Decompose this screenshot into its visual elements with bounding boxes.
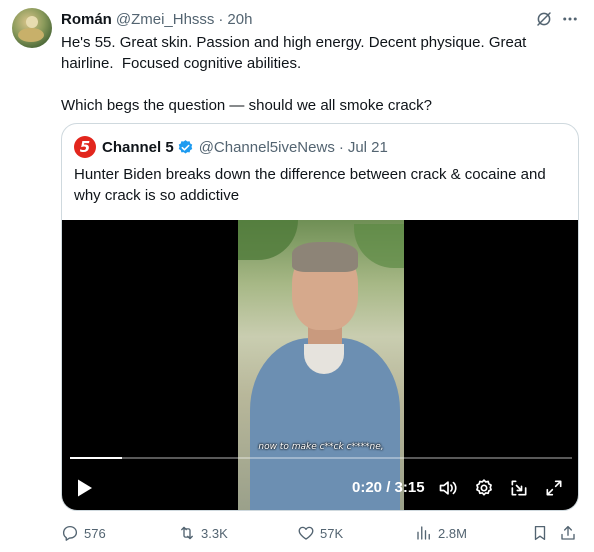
author-handle[interactable]: @Zmei_Hhsss — [116, 11, 215, 28]
tweet-text: He's 55. Great skin. Passion and high en… — [61, 34, 527, 114]
author-name[interactable]: Román — [61, 11, 112, 28]
quote-author-handle[interactable]: @Channel5iveNews — [199, 139, 335, 156]
share-button[interactable] — [559, 522, 577, 544]
reply-icon — [62, 525, 78, 541]
more-icon[interactable] — [560, 10, 580, 28]
reply-count: 576 — [84, 525, 106, 541]
separator-dot: · — [338, 138, 344, 156]
video-foliage — [354, 224, 404, 268]
separator-dot: · — [218, 10, 224, 28]
bookmark-button[interactable] — [531, 522, 549, 544]
quote-author-name[interactable]: Channel 5 — [102, 139, 174, 156]
grok-icon[interactable] — [535, 10, 553, 28]
tweet-actions: 576 3.3K 57K 2.8M — [61, 522, 581, 544]
avatar-shape — [18, 28, 44, 42]
settings-icon[interactable] — [474, 478, 494, 498]
like-button[interactable]: 57K — [297, 522, 343, 544]
views-count: 2.8M — [438, 525, 467, 541]
video-frame: now to make c**ck c****ne, — [238, 220, 404, 510]
share-icon — [561, 525, 575, 540]
volume-icon[interactable] — [437, 478, 459, 498]
reply-button[interactable]: 576 — [61, 522, 106, 544]
retweet-button[interactable]: 3.3K — [178, 522, 228, 544]
quoted-tweet[interactable]: 5 Channel 5 @Channel5iveNews · Jul 21 Hu… — [61, 123, 579, 511]
verified-icon — [178, 139, 192, 154]
video-player[interactable]: now to make c**ck c****ne, 0:20 / 3:15 — [62, 220, 578, 510]
play-icon[interactable] — [76, 478, 94, 498]
video-person-hair — [292, 242, 358, 272]
bookmark-icon — [534, 525, 546, 541]
channel-logo[interactable]: 5 — [74, 136, 96, 158]
like-count: 57K — [320, 525, 344, 541]
views-icon — [417, 526, 430, 540]
video-timecode: 0:20 / 3:15 — [352, 479, 425, 496]
channel-logo-text: 5 — [79, 138, 91, 156]
fullscreen-icon[interactable] — [544, 478, 564, 498]
video-foliage — [238, 220, 298, 260]
video-subtitle: now to make c**ck c****ne, — [258, 442, 384, 452]
views-button[interactable]: 2.8M — [415, 522, 467, 544]
quote-time[interactable]: Jul 21 — [348, 139, 388, 156]
video-progress-fill — [70, 457, 122, 459]
tweet-header: Román @Zmei_Hhsss · 20h — [61, 9, 252, 29]
retweet-icon — [181, 526, 193, 540]
retweet-count: 3.3K — [201, 525, 228, 541]
avatar-shape — [26, 16, 38, 28]
like-icon — [298, 526, 314, 540]
picture-in-picture-icon[interactable] — [509, 478, 529, 498]
avatar[interactable] — [12, 8, 52, 48]
quote-text: Hunter Biden breaks down the difference … — [74, 166, 546, 204]
tweet-time[interactable]: 20h — [227, 11, 252, 28]
video-progress-bar[interactable] — [70, 457, 572, 459]
quote-header: 5 Channel 5 @Channel5iveNews · Jul 21 — [74, 136, 388, 158]
